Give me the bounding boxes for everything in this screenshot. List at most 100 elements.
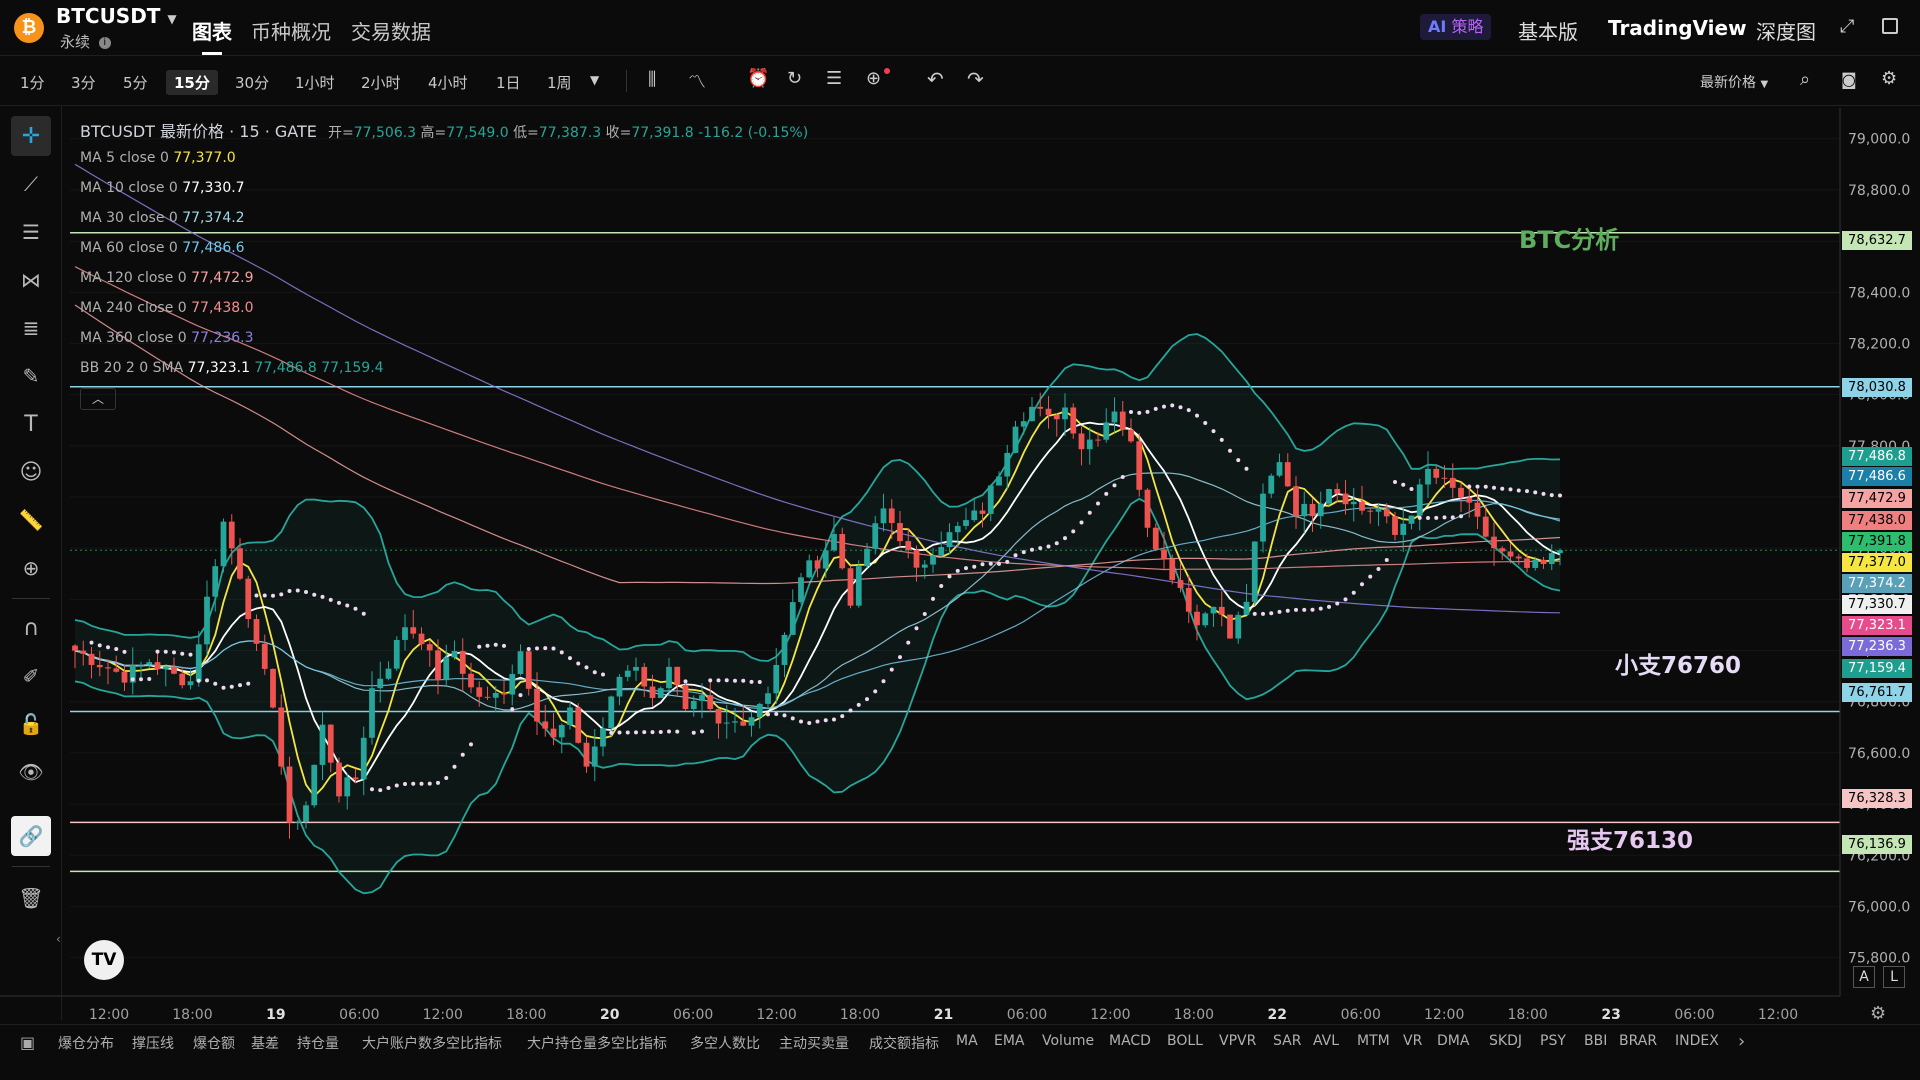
collapse-sidebar-icon[interactable]: ‹ <box>56 932 66 962</box>
basic-view-link[interactable]: 基本版 <box>1518 16 1578 45</box>
tab-chart[interactable]: 图表 <box>192 16 232 45</box>
indicator-item[interactable]: 主动买卖量 <box>779 1033 849 1053</box>
ai-strategy-button[interactable]: AI 策略 <box>1420 14 1492 40</box>
calendar-icon[interactable]: ▣ <box>20 1033 35 1052</box>
legend-row-ma[interactable]: MA 30 close 0 77,374.2 <box>80 210 245 226</box>
indicator-item[interactable]: VR <box>1403 1033 1422 1049</box>
price-chart[interactable]: 79,000.078,800.078,600.078,400.078,200.0… <box>0 0 1920 1080</box>
tf-1d[interactable]: 1日 <box>488 70 529 95</box>
legend-row-ma[interactable]: MA 360 close 0 77,236.3 <box>80 330 254 346</box>
ruler-icon[interactable]: 📏 <box>11 500 51 540</box>
legend-row-ma[interactable]: MA 5 close 0 77,377.0 <box>80 150 236 166</box>
indicator-item[interactable]: BBI <box>1584 1033 1607 1049</box>
auto-scale-button[interactable]: A <box>1853 966 1875 988</box>
zoom-icon[interactable]: ⊕ <box>11 548 51 588</box>
legend-row-ma[interactable]: MA 120 close 0 77,472.9 <box>80 270 254 286</box>
brush-icon[interactable]: ✎ <box>11 356 51 396</box>
legend-row-ma[interactable]: MA 240 close 0 77,438.0 <box>80 300 254 316</box>
indicator-item[interactable]: MACD <box>1109 1033 1151 1049</box>
trash-icon[interactable]: 🗑 <box>11 878 51 918</box>
indicator-item[interactable]: DMA <box>1437 1033 1469 1049</box>
emoji-icon[interactable]: ☺ <box>11 452 51 492</box>
price-mode-select[interactable]: 最新价格 ▼ <box>1700 72 1768 92</box>
indicator-item[interactable]: MTM <box>1357 1033 1390 1049</box>
indicator-item[interactable]: SAR <box>1273 1033 1301 1049</box>
fullscreen-icon[interactable] <box>1882 18 1898 34</box>
replay-icon[interactable]: ↻ <box>787 68 802 89</box>
indicator-item[interactable]: 撑压线 <box>132 1033 174 1053</box>
indicator-item[interactable]: 大户账户数多空比指标 <box>362 1033 502 1053</box>
indicator-item[interactable]: VPVR <box>1219 1033 1256 1049</box>
tradingview-link[interactable]: TradingView <box>1608 16 1747 40</box>
indicators-icon[interactable]: 〽 <box>688 68 706 94</box>
indicator-item[interactable]: Volume <box>1042 1033 1094 1049</box>
lock-icon[interactable]: 🔓 <box>11 704 51 744</box>
ma-value: 77,377.0 <box>168 150 236 166</box>
indicator-item[interactable]: 多空人数比 <box>690 1033 760 1053</box>
chevron-right-icon[interactable]: › <box>1738 1031 1745 1052</box>
indicator-item[interactable]: PSY <box>1540 1033 1566 1049</box>
tf-5m[interactable]: 5分 <box>115 70 156 95</box>
tf-2h[interactable]: 2小时 <box>353 70 409 95</box>
tab-trade-data[interactable]: 交易数据 <box>351 16 431 45</box>
indicator-item[interactable]: AVL <box>1313 1033 1339 1049</box>
log-scale-button[interactable]: L <box>1883 966 1905 988</box>
settings-icon[interactable]: ⚙ <box>1881 68 1897 89</box>
tf-1m[interactable]: 1分 <box>12 70 53 95</box>
candle-body <box>839 534 846 569</box>
tradingview-logo[interactable]: TV <box>84 940 124 980</box>
annotation-strong-support[interactable]: 强支76130 <box>1567 821 1693 855</box>
parabolic-sar <box>89 403 1562 793</box>
tf-1w[interactable]: 1周 <box>539 70 580 95</box>
alert-icon[interactable]: ⏰ <box>747 68 769 89</box>
depth-chart-link[interactable]: 深度图 <box>1756 16 1816 45</box>
indicator-item[interactable]: BRAR <box>1619 1033 1657 1049</box>
camera-icon[interactable]: ◙ <box>1841 70 1857 89</box>
text-icon[interactable]: T <box>11 404 51 444</box>
eye-icon[interactable]: 👁 <box>11 752 51 792</box>
legend-row-ma[interactable]: MA 10 close 0 77,330.7 <box>80 180 245 196</box>
legend-row-bb[interactable]: BB 20 2 0 SMA 77,323.1 77,486.8 77,159.4 <box>80 360 384 376</box>
time-axis-settings-icon[interactable]: ⚙ <box>1870 1003 1886 1024</box>
trend-line-icon[interactable]: ⟋ <box>11 164 51 204</box>
tf-30m[interactable]: 30分 <box>227 70 277 95</box>
indicator-item[interactable]: EMA <box>994 1033 1025 1049</box>
indicator-item[interactable]: 持仓量 <box>297 1033 339 1053</box>
indicator-item[interactable]: 爆仓额 <box>193 1033 235 1053</box>
indicator-item[interactable]: BOLL <box>1167 1033 1203 1049</box>
edit-lock-icon[interactable]: ✐ <box>11 656 51 696</box>
timeframe-dropdown-icon[interactable]: ▼ <box>590 73 599 87</box>
add-plus-icon[interactable]: ⊕ <box>866 68 890 89</box>
symbol-selector[interactable]: BTCUSDT ▼ <box>56 4 177 28</box>
legend-row-ma[interactable]: MA 60 close 0 77,486.6 <box>80 240 245 256</box>
undo-icon[interactable]: ↶ <box>927 67 944 91</box>
candle-type-icon[interactable]: ⫼ <box>648 69 656 90</box>
link-icon[interactable]: 🔗 <box>11 816 51 856</box>
search-icon[interactable]: ⌕ <box>1800 69 1810 90</box>
crosshair-icon[interactable]: ✛ <box>11 116 51 156</box>
indicator-item[interactable]: 爆仓分布 <box>58 1033 114 1053</box>
indicator-item[interactable]: SKDJ <box>1489 1033 1522 1049</box>
indicator-item[interactable]: 基差 <box>251 1033 279 1053</box>
indicator-item[interactable]: 大户持仓量多空比指标 <box>527 1033 667 1053</box>
pattern-icon[interactable]: ⋈ <box>11 260 51 300</box>
redo-icon[interactable]: ↷ <box>967 67 984 91</box>
tf-3m[interactable]: 3分 <box>63 70 104 95</box>
collapse-legend-button[interactable]: ︿ <box>80 388 116 410</box>
annotation-minor-support[interactable]: 小支76760 <box>1615 646 1741 680</box>
tf-4h[interactable]: 4小时 <box>420 70 476 95</box>
fib-icon[interactable]: ≣ <box>11 308 51 348</box>
templates-icon[interactable]: ☰ <box>826 68 842 89</box>
tf-15m[interactable]: 15分 <box>166 70 218 95</box>
sar-dot <box>1269 611 1274 616</box>
tab-coin-overview[interactable]: 币种概况 <box>251 16 331 45</box>
annotation-btc-analysis[interactable]: BTC分析 <box>1519 220 1619 255</box>
indicator-item[interactable]: MA <box>956 1033 978 1049</box>
magnet-icon[interactable]: ∩ <box>11 608 51 648</box>
candle-body <box>938 547 945 556</box>
indicator-item[interactable]: INDEX <box>1675 1033 1719 1049</box>
tf-1h[interactable]: 1小时 <box>287 70 343 95</box>
expand-icon[interactable]: ⤢ <box>1840 16 1854 37</box>
horizontal-lines-icon[interactable]: ☰ <box>11 212 51 252</box>
indicator-item[interactable]: 成交额指标 <box>869 1033 939 1053</box>
